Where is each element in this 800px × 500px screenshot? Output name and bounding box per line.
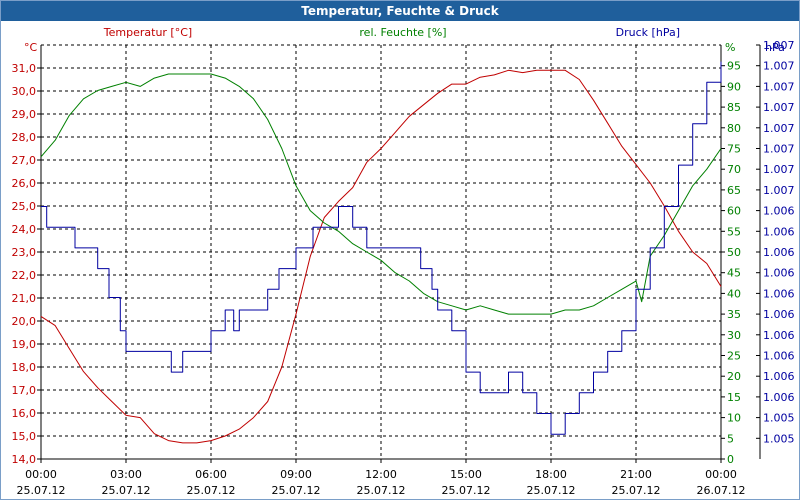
pressure-tick-label: 1.007 [763, 163, 795, 176]
weather-chart: 00:00 25.07.12 03:00 25.07.12 06:00 25.07.12 0… [12, 26, 795, 497]
humidity-tick-label: 50 [727, 246, 741, 259]
humidity-tick-label: 85 [727, 101, 741, 114]
temperature-tick-label: 24,0 [12, 223, 37, 236]
x-tick-label-date: 26.07.12 [697, 484, 746, 497]
temperature-tick-label: 20,0 [12, 315, 37, 328]
humidity-tick-label: 5 [727, 432, 734, 445]
x-tick-label-date: 25.07.12 [272, 484, 321, 497]
temperature-tick-label: 21,0 [12, 292, 37, 305]
temperature-tick-label: 22,0 [12, 269, 37, 282]
x-tick-label-date: 25.07.12 [187, 484, 236, 497]
humidity-tick-label: 35 [727, 308, 741, 321]
x-tick-label-time: 03:00 [110, 468, 142, 481]
x-tick-label-date: 25.07.12 [442, 484, 491, 497]
grid [41, 44, 721, 460]
humidity-tick-label: 60 [727, 205, 741, 218]
x-tick-label-date: 25.07.12 [527, 484, 576, 497]
temperature-tick-label: 29,0 [12, 108, 37, 121]
x-tick-label-time: 15:00 [450, 468, 482, 481]
humidity-tick-label: 45 [727, 267, 741, 280]
x-tick-label-date: 25.07.12 [102, 484, 151, 497]
pressure-tick-label: 1.006 [763, 287, 795, 300]
humidity-tick-label: 25 [727, 350, 741, 363]
temperature-tick-label: 14,0 [12, 453, 37, 466]
temperature-tick-label: 23,0 [12, 246, 37, 259]
humidity-tick-label: 70 [727, 163, 741, 176]
x-tick-label-date: 25.07.12 [17, 484, 66, 497]
pressure-tick-label: 1.007 [763, 184, 795, 197]
pressure-tick-label: 1.005 [763, 412, 795, 425]
temperature-tick-label: 19,0 [12, 338, 37, 351]
humidity-tick-label: 80 [727, 122, 741, 135]
humidity-unit: % [725, 41, 735, 54]
humidity-tick-label: 10 [727, 412, 741, 425]
humidity-tick-label: 75 [727, 143, 741, 156]
humidity-tick-label: 30 [727, 329, 741, 342]
humidity-tick-label: 65 [727, 184, 741, 197]
temperature-tick-label: 16,0 [12, 407, 37, 420]
pressure-unit: hPa [765, 41, 785, 54]
pressure-tick-label: 1.006 [763, 267, 795, 280]
temperature-unit: °C [24, 41, 38, 54]
pressure-tick-label: 1.006 [763, 350, 795, 363]
x-tick-label-date: 25.07.12 [357, 484, 406, 497]
pressure-tick-label: 1.005 [763, 432, 795, 445]
pressure-tick-label: 1.006 [763, 391, 795, 404]
pressure-tick-label: 1.007 [763, 80, 795, 93]
pressure-axis-label: Druck [hPa] [616, 26, 680, 39]
temperature-tick-label: 31,0 [12, 62, 37, 75]
pressure-tick-label: 1.006 [763, 225, 795, 238]
pressure-tick-label: 1.006 [763, 370, 795, 383]
x-tick-label-time: 21:00 [620, 468, 652, 481]
temperature-tick-label: 17,0 [12, 384, 37, 397]
x-tick-label-date: 25.07.12 [612, 484, 661, 497]
pressure-tick-label: 1.006 [763, 205, 795, 218]
pressure-tick-label: 1.006 [763, 329, 795, 342]
pressure-tick-label: 1.007 [763, 143, 795, 156]
humidity-tick-label: 55 [727, 225, 741, 238]
humidity-tick-label: 95 [727, 60, 741, 73]
temperature-tick-label: 25,0 [12, 200, 37, 213]
humidity-tick-label: 15 [727, 391, 741, 404]
humidity-axis-label: rel. Feuchte [%] [359, 26, 446, 39]
temperature-tick-label: 15,0 [12, 430, 37, 443]
pressure-tick-label: 1.007 [763, 122, 795, 135]
temperature-tick-label: 30,0 [12, 85, 37, 98]
x-tick-label-time: 18:00 [535, 468, 567, 481]
x-tick-label-time: 00:00 [25, 468, 57, 481]
pressure-tick-label: 1.006 [763, 308, 795, 321]
humidity-tick-label: 20 [727, 370, 741, 383]
humidity-tick-label: 0 [727, 453, 734, 466]
humidity-tick-label: 90 [727, 80, 741, 93]
temperature-axis-label: Temperatur [°C] [103, 26, 192, 39]
x-tick-label-time: 00:00 [705, 468, 737, 481]
pressure-tick-label: 1.006 [763, 246, 795, 259]
x-tick-label-time: 06:00 [195, 468, 227, 481]
temperature-tick-label: 18,0 [12, 361, 37, 374]
pressure-tick-label: 1.007 [763, 101, 795, 114]
x-tick-label-time: 12:00 [365, 468, 397, 481]
temperature-tick-label: 28,0 [12, 131, 37, 144]
pressure-tick-label: 1.007 [763, 60, 795, 73]
humidity-tick-label: 40 [727, 287, 741, 300]
x-tick-label-time: 09:00 [280, 468, 312, 481]
temperature-tick-label: 26,0 [12, 177, 37, 190]
temperature-tick-label: 27,0 [12, 154, 37, 167]
